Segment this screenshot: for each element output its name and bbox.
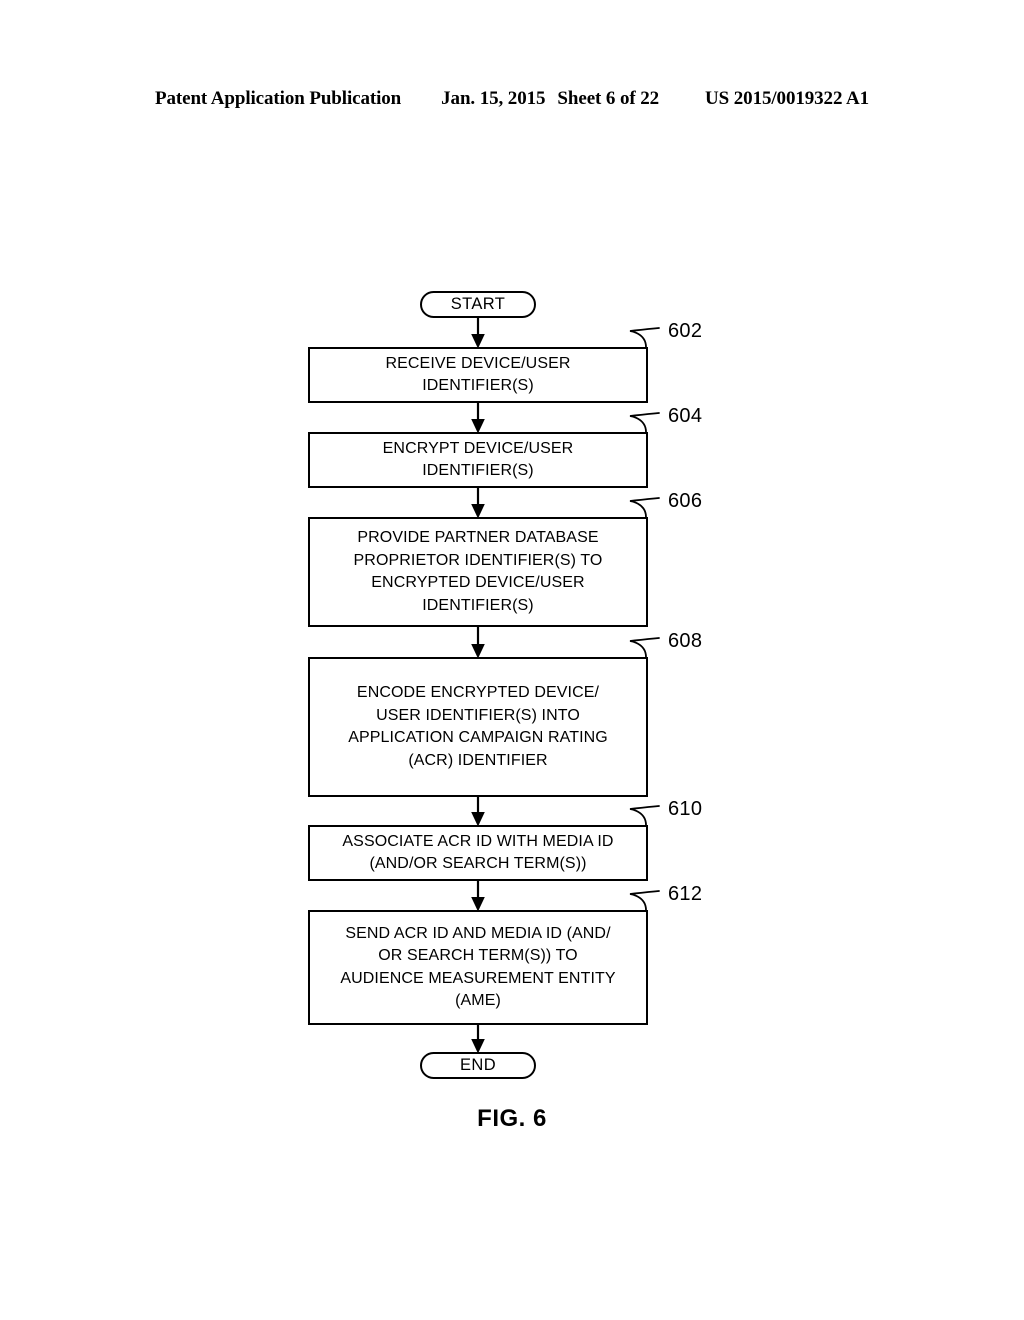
leader-line-602: [629, 327, 660, 348]
flow-step-604-text: ENCRYPT DEVICE/USER IDENTIFIER(S): [382, 439, 574, 480]
flow-end-terminator: END: [420, 1052, 536, 1079]
flow-step-606: PROVIDE PARTNER DATABASE PROPRIETOR IDEN…: [308, 517, 648, 627]
flow-step-602: RECEIVE DEVICE/USER IDENTIFIER(S): [308, 347, 648, 403]
flow-start-label: START: [450, 295, 506, 313]
figure-caption: FIG. 6: [477, 1105, 547, 1132]
flow-step-604: ENCRYPT DEVICE/USER IDENTIFIER(S): [308, 432, 648, 488]
reference-numeral-612: 612: [668, 883, 703, 905]
reference-numeral-602: 602: [668, 320, 703, 342]
flow-step-602-text: RECEIVE DEVICE/USER IDENTIFIER(S): [385, 354, 571, 395]
flow-step-612: SEND ACR ID AND MEDIA ID (AND/ OR SEARCH…: [308, 910, 648, 1025]
reference-numeral-606: 606: [668, 490, 703, 512]
flow-step-610: ASSOCIATE ACR ID WITH MEDIA ID (AND/OR S…: [308, 825, 648, 881]
leader-line-608: [629, 637, 660, 658]
leader-line-610: [629, 805, 660, 826]
reference-numeral-610: 610: [668, 798, 703, 820]
flow-step-612-text: SEND ACR ID AND MEDIA ID (AND/ OR SEARCH…: [340, 924, 616, 1010]
reference-numeral-608: 608: [668, 630, 703, 652]
leader-line-604: [629, 412, 660, 433]
leader-line-606: [629, 497, 660, 518]
flow-step-606-text: PROVIDE PARTNER DATABASE PROPRIETOR IDEN…: [353, 529, 603, 614]
flow-start-terminator: START: [420, 291, 536, 318]
patent-figure-page: Patent Application Publication Jan. 15, …: [0, 0, 1024, 1320]
flow-step-610-text: ASSOCIATE ACR ID WITH MEDIA ID (AND/OR S…: [342, 832, 614, 873]
leader-line-612: [629, 890, 660, 911]
flow-step-608-text: ENCODE ENCRYPTED DEVICE/ USER IDENTIFIER…: [348, 684, 608, 769]
reference-numeral-604: 604: [668, 405, 703, 427]
flow-step-608: ENCODE ENCRYPTED DEVICE/ USER IDENTIFIER…: [308, 657, 648, 797]
flow-end-label: END: [459, 1056, 497, 1074]
